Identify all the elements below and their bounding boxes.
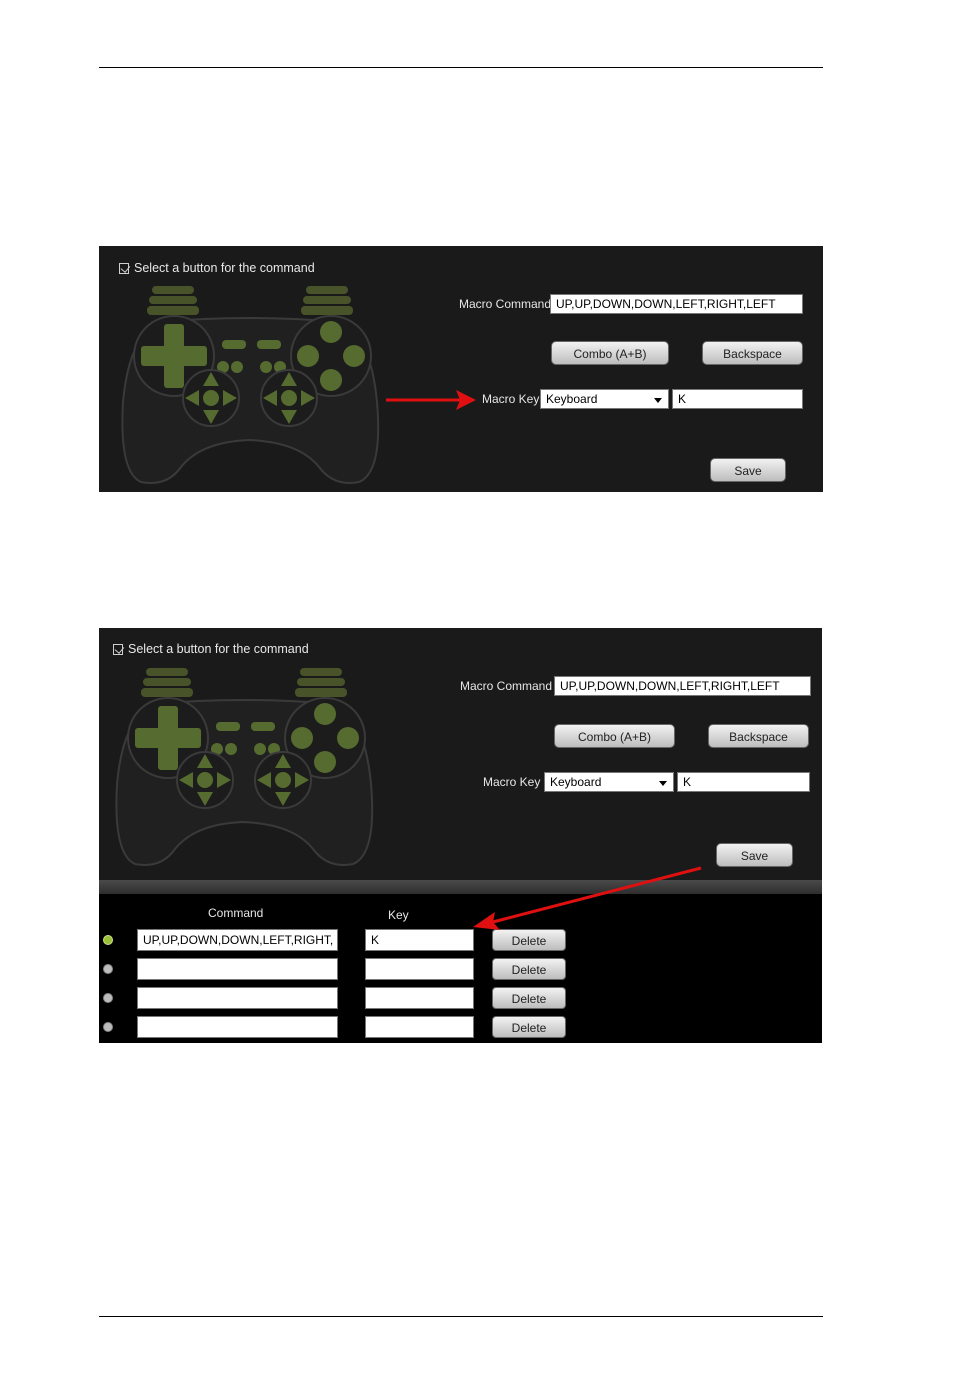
title-text: Select a button for the command <box>128 642 309 656</box>
macro-key-field[interactable]: K <box>672 389 803 409</box>
select-button-title: Select a button for the command <box>119 261 315 275</box>
macro-key-field[interactable]: K <box>677 772 810 792</box>
key-cell[interactable] <box>365 1016 474 1038</box>
macro-key-label: Macro Key <box>483 775 541 789</box>
row-radio[interactable] <box>103 1022 113 1032</box>
macro-command-field[interactable]: UP,UP,DOWN,DOWN,LEFT,RIGHT,LEFT <box>550 294 803 314</box>
command-cell[interactable] <box>137 1016 338 1038</box>
macro-command-label: Macro Command <box>460 679 553 693</box>
gamepad-icon <box>121 286 380 484</box>
backspace-button[interactable]: Backspace <box>708 724 809 748</box>
checkbox-icon[interactable] <box>113 643 123 655</box>
save-button[interactable]: Save <box>710 458 786 482</box>
footer-rule <box>99 1316 823 1317</box>
macro-table: Command Key UP,UP,DOWN,DOWN,LEFT,RIGHT, … <box>99 894 822 1043</box>
row-radio[interactable] <box>103 993 113 1003</box>
macro-command-field[interactable]: UP,UP,DOWN,DOWN,LEFT,RIGHT,LEFT <box>554 676 811 696</box>
delete-button[interactable]: Delete <box>492 987 566 1009</box>
command-cell[interactable]: UP,UP,DOWN,DOWN,LEFT,RIGHT, <box>137 929 338 951</box>
delete-button[interactable]: Delete <box>492 958 566 980</box>
command-cell[interactable] <box>137 958 338 980</box>
column-header-key: Key <box>388 908 409 922</box>
select-button-title: Select a button for the command <box>113 642 309 656</box>
key-cell[interactable] <box>365 987 474 1009</box>
delete-button[interactable]: Delete <box>492 1016 566 1038</box>
macro-key-type-select[interactable]: Keyboard <box>544 772 674 792</box>
macro-panel-1: Select a button for the command Macro Co… <box>99 246 823 492</box>
arrow-annotation-1 <box>386 390 476 410</box>
gamepad-icon <box>115 668 374 866</box>
combo-button[interactable]: Combo (A+B) <box>551 341 669 365</box>
key-cell[interactable]: K <box>365 929 474 951</box>
save-button[interactable]: Save <box>716 843 793 867</box>
row-radio[interactable] <box>103 964 113 974</box>
command-cell[interactable] <box>137 987 338 1009</box>
chevron-down-icon[interactable] <box>659 781 667 786</box>
row-radio[interactable] <box>103 935 113 945</box>
arrow-annotation-2 <box>473 866 702 930</box>
header-rule <box>99 67 823 68</box>
macro-panel-2: Select a button for the command Macro Co… <box>99 628 822 1043</box>
macro-key-type-select[interactable]: Keyboard <box>540 389 669 409</box>
macro-key-type-value: Keyboard <box>546 392 598 406</box>
chevron-down-icon[interactable] <box>654 398 662 403</box>
column-header-command: Command <box>208 906 264 920</box>
macro-command-label: Macro Command <box>459 297 552 311</box>
combo-button[interactable]: Combo (A+B) <box>554 724 675 748</box>
backspace-button[interactable]: Backspace <box>702 341 803 365</box>
title-text: Select a button for the command <box>134 261 315 275</box>
key-cell[interactable] <box>365 958 474 980</box>
macro-key-type-value: Keyboard <box>550 775 602 789</box>
checkbox-icon[interactable] <box>119 262 129 274</box>
macro-key-label: Macro Key <box>482 392 540 406</box>
